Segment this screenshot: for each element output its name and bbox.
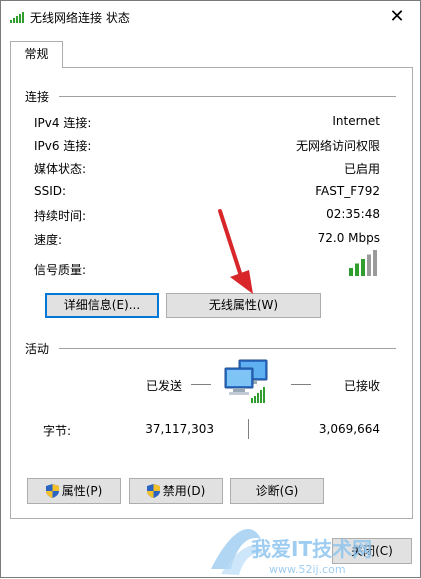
connection-section-title: 连接: [25, 90, 50, 104]
ipv6-label: IPv6 连接:: [34, 139, 92, 153]
tab-general-label: 常规: [24, 47, 49, 61]
ssid-value: FAST_F792: [315, 184, 380, 198]
uac-shield-icon: [146, 483, 160, 498]
diagnose-button[interactable]: 诊断(G): [230, 478, 324, 504]
speed-value: 72.0 Mbps: [317, 231, 380, 245]
close-window-button[interactable]: ✕: [374, 1, 420, 32]
status-dialog: 无线网络连接 状态 ✕ 常规 连接 IPv4 连接: Internet IPv6…: [0, 0, 421, 578]
received-label: 已接收: [344, 379, 381, 393]
disable-button-label: 禁用(D): [162, 484, 206, 498]
bytes-sent-value: 37,117,303: [145, 422, 214, 436]
signal-quality-label: 信号质量:: [34, 263, 87, 277]
ssid-label: SSID:: [34, 184, 67, 198]
signal-bar: [367, 254, 371, 276]
bytes-label: 字节:: [43, 424, 72, 438]
close-button-label: 关闭(C): [351, 544, 393, 558]
signal-bar: [349, 268, 353, 276]
window-title: 无线网络连接 状态: [30, 11, 130, 25]
speed-label: 速度:: [34, 233, 63, 247]
ipv6-value: 无网络访问权限: [295, 139, 380, 153]
duration-value: 02:35:48: [326, 207, 380, 221]
signal-bar: [373, 250, 377, 276]
signal-bar: [355, 263, 359, 276]
uac-shield-icon: [45, 483, 59, 498]
sent-label: 已发送: [146, 379, 183, 393]
wifi-signal-icon: [10, 12, 24, 23]
wireless-properties-label: 无线属性(W): [208, 298, 279, 312]
details-button[interactable]: 详细信息(E)...: [45, 293, 159, 318]
network-computers-icon: [224, 359, 268, 403]
tab-general[interactable]: 常规: [10, 41, 63, 68]
activity-divider: [59, 348, 396, 349]
disable-button[interactable]: 禁用(D): [129, 478, 223, 504]
signal-bar: [361, 259, 365, 276]
ipv4-value: Internet: [332, 114, 380, 128]
bytes-separator: [248, 419, 249, 439]
connection-divider: [59, 96, 396, 97]
details-button-label: 详细信息(E)...: [63, 298, 141, 312]
watermark-url: www.52ij.com: [269, 563, 346, 576]
activity-section-title: 活动: [25, 342, 50, 356]
duration-label: 持续时间:: [34, 209, 87, 223]
wireless-properties-button[interactable]: 无线属性(W): [166, 293, 321, 318]
close-icon: ✕: [389, 6, 405, 27]
sent-line: [191, 384, 211, 385]
signal-quality-icon: [349, 250, 377, 276]
properties-button-label: 属性(P): [61, 484, 103, 498]
media-state-value: 已启用: [343, 162, 380, 176]
close-button[interactable]: 关闭(C): [332, 538, 412, 564]
received-line: [291, 384, 311, 385]
bytes-received-value: 3,069,664: [318, 422, 380, 436]
properties-button[interactable]: 属性(P): [27, 478, 121, 504]
ipv4-label: IPv4 连接:: [34, 116, 92, 130]
diagnose-button-label: 诊断(G): [255, 484, 299, 498]
title-bar: 无线网络连接 状态 ✕: [1, 1, 420, 32]
media-state-label: 媒体状态:: [34, 162, 87, 176]
